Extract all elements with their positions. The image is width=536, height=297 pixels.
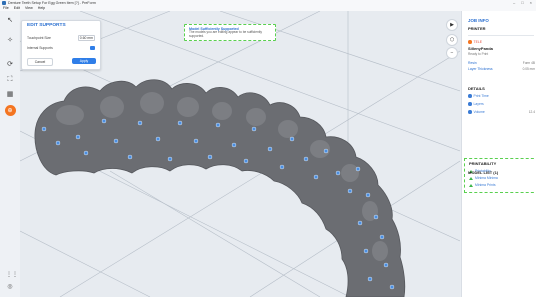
grid-icon[interactable]: ⋮⋮ [6, 271, 18, 279]
warning-icon [469, 183, 473, 187]
printability-heading: PRINTABILITY [469, 161, 497, 166]
volume-label: Volume [473, 110, 485, 114]
printer-name[interactable]: SillenyPanda [468, 46, 493, 51]
printer-status: Ready to Print [468, 52, 489, 56]
resin-label: Resin [468, 61, 477, 65]
volume-row: Volume [468, 110, 485, 114]
edit-supports-panel: EDIT SUPPORTS Touchpoint Size 0.60 mm In… [21, 20, 101, 70]
supports-tool-icon[interactable]: ⊕ [4, 105, 16, 116]
volume-icon [468, 110, 472, 114]
printability-item[interactable]: Minima Minima [469, 176, 498, 180]
divider [468, 35, 534, 36]
resin-value: Form 4B [522, 61, 535, 65]
view-cube-icon[interactable]: ⬡ [446, 34, 458, 46]
printer-label: PRINTER [468, 26, 486, 31]
layer-thickness-value: 0.05 mm [522, 67, 535, 71]
bottom-tools: ⋮⋮ ◎ [4, 271, 18, 295]
print-time-label: Print Time [473, 94, 489, 98]
orient-tool-icon[interactable]: ⟳ [5, 59, 15, 69]
supported-notice: Model Sufficiently Supported The models … [184, 24, 276, 41]
printability-item[interactable]: Minima Prints [469, 183, 496, 187]
job-info-panel: JOB INFO PRINTER TELE SillenyPanda Ready… [461, 11, 536, 297]
apply-button[interactable]: Apply [72, 58, 96, 64]
printability-item-label: Minima Minima [475, 176, 498, 180]
app-icon [2, 1, 6, 5]
camera-icon[interactable]: ◎ [6, 283, 14, 291]
print-tool-icon[interactable]: ▦ [5, 89, 15, 99]
volume-value: 12.4 [528, 110, 535, 114]
clock-icon [468, 94, 472, 98]
touchpoint-size-label: Touchpoint Size [27, 36, 51, 40]
layer-thickness-label: Layer Thickness [468, 67, 493, 71]
printability-item-label: Minima Prints [475, 183, 496, 187]
layers-row: Layers [468, 102, 484, 106]
play-icon[interactable]: ▶ [446, 19, 458, 31]
layers-icon [468, 102, 472, 106]
panel-title: EDIT SUPPORTS [27, 23, 66, 28]
printability-highlight: PRINTABILITY Printability Minima Minima … [464, 158, 536, 193]
touchpoint-size-input[interactable]: 0.60 mm [77, 35, 95, 41]
layers-label: Layers [473, 102, 484, 106]
print-time-row: Print Time [468, 94, 489, 98]
warning-icon [469, 176, 473, 180]
model-list-heading[interactable]: MODEL LIST (1) [468, 170, 498, 175]
job-info-heading: JOB INFO [468, 18, 489, 23]
zoom-icon[interactable]: − [446, 47, 458, 59]
notice-body: The models you are editing appear to be … [189, 30, 262, 38]
resin-tag-label: TELE [473, 40, 482, 44]
resin-dot-icon [468, 40, 472, 44]
magic-wand-icon[interactable]: ✧ [5, 35, 15, 45]
internal-supports-label: Internal Supports [27, 46, 53, 50]
left-toolbar: ↖ ✧ ⟳ ⛶ ▦ ⊕ [0, 11, 21, 297]
select-tool-icon[interactable]: ↖ [5, 15, 15, 25]
layout-tool-icon[interactable]: ⛶ [5, 75, 15, 85]
internal-supports-toggle[interactable] [90, 46, 95, 50]
details-heading: DETAILS [468, 86, 485, 91]
cancel-button[interactable]: Cancel [27, 58, 53, 66]
resin-tag: TELE [468, 40, 482, 44]
